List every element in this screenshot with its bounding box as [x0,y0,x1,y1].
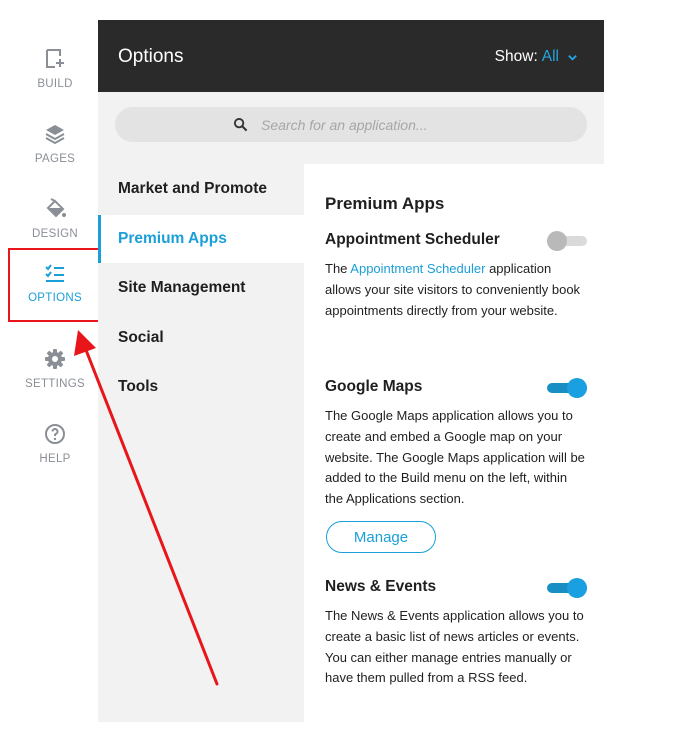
description-text: The [325,261,351,276]
app-description: The Appointment Scheduler application al… [325,259,587,321]
sidebar-item-pages[interactable]: PAGES [10,107,100,177]
app-description: The News & Events application allows you… [325,608,584,686]
build-add-icon [46,49,64,68]
category-premium-apps[interactable]: Premium Apps [98,215,304,263]
sidebar-label-build: BUILD [37,78,73,90]
manage-button[interactable]: Manage [326,521,436,553]
sidebar-label-settings: SETTINGS [25,378,85,390]
paint-bucket-icon [46,198,66,218]
toggle-knob [547,231,567,251]
app-enable-toggle[interactable] [547,231,587,251]
search-box [115,107,587,142]
sidebar-item-build[interactable]: BUILD [10,32,100,102]
help-circle-icon [45,424,65,444]
sidebar-label-pages: PAGES [34,153,76,165]
show-filter-value: All [541,48,559,65]
app-name: Appointment Scheduler [325,231,500,248]
category-social[interactable]: Social [98,314,304,362]
category-tools[interactable]: Tools [98,363,304,411]
sidebar-item-options[interactable]: OPTIONS [8,248,102,322]
toggle-knob [567,378,587,398]
app-description: The Google Maps application allows you t… [325,408,585,507]
sidebar-item-design[interactable]: DESIGN [10,182,100,252]
gear-icon [45,349,65,369]
sidebar-label-help: HELP [39,453,71,465]
app-name: News & Events [325,578,437,595]
search-icon [233,117,248,132]
appointment-scheduler-link[interactable]: Appointment Scheduler [350,261,485,276]
search-input[interactable] [261,107,561,142]
options-header: Options Show: All [98,20,604,92]
show-filter-dropdown[interactable]: Show: All [495,48,578,66]
section-title: Premium Apps [325,194,445,213]
app-enable-toggle[interactable] [547,378,587,398]
chevron-down-icon [568,54,577,61]
category-market-and-promote[interactable]: Market and Promote [98,165,304,213]
checklist-icon [45,264,64,282]
search-bar-area [98,92,604,164]
show-filter-label: Show: [494,48,538,65]
sidebar-item-help[interactable]: HELP [10,407,100,477]
apps-content: Premium Apps Appointment Scheduler The A… [304,164,604,722]
left-sidebar: BUILD PAGES DESIGN OPTIONS SETTINGS HELP [0,0,102,747]
toggle-knob [567,578,587,598]
category-site-management[interactable]: Site Management [98,264,304,312]
layers-icon [45,125,65,145]
page-title: Options [118,46,184,67]
sidebar-label-design: DESIGN [32,228,78,240]
app-enable-toggle[interactable] [547,578,587,598]
category-list: Market and Promote Premium Apps Site Man… [98,164,304,722]
sidebar-label-options: OPTIONS [28,292,82,304]
app-name: Google Maps [325,378,423,395]
sidebar-item-settings[interactable]: SETTINGS [10,332,100,402]
